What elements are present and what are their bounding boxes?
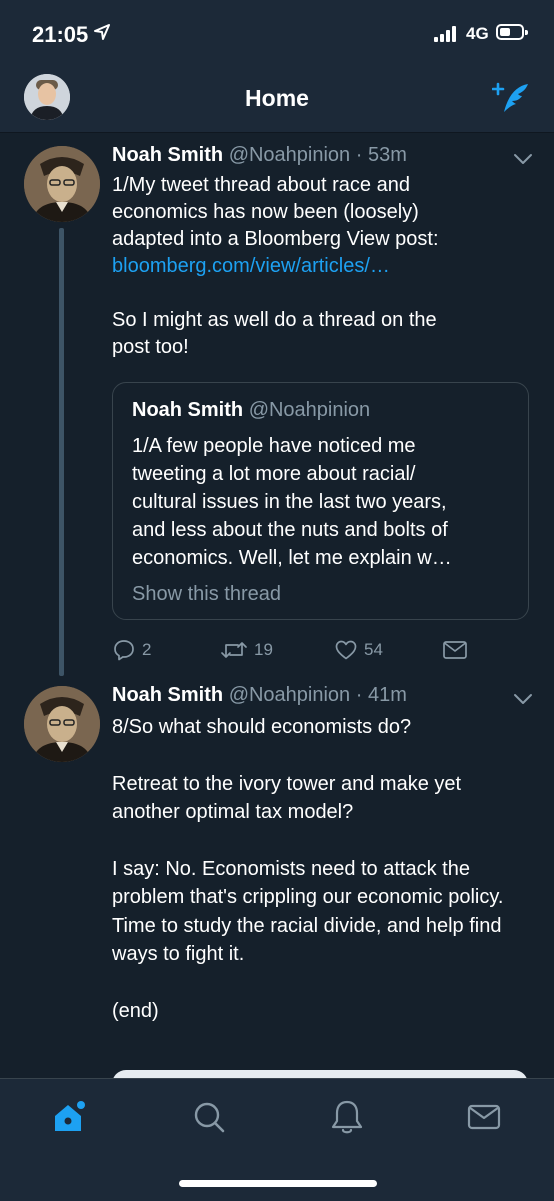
reply-icon [114,640,134,661]
tweet-timestamp: · 53m [355,144,407,166]
compose-tweet-button[interactable] [491,78,532,118]
envelope-icon [443,641,467,659]
tweet-text-line: So I might as well do a thread on the [112,309,437,331]
tweet-header: Noah Smith @Noahpinion · 53m [112,144,407,167]
retweet-count: 19 [254,640,273,659]
thread-connector-line [59,228,64,676]
location-arrow-icon [94,24,110,45]
reply-button[interactable]: 2 [112,638,151,662]
search-icon [194,1102,225,1133]
show-thread-link[interactable]: Show this thread [132,583,281,606]
share-via-message-button[interactable] [442,638,468,662]
article-link[interactable]: bloomberg.com/view/articles/… [112,253,532,280]
cellular-signal-icon [434,26,460,42]
quoted-text-line: 1/A few people have noticed me [132,435,416,457]
quoted-author-name: Noah Smith [132,399,244,421]
tweet-paragraph: I say: No. Economists need to attack the… [112,857,504,966]
chevron-down-icon[interactable] [512,692,534,706]
tweet[interactable]: Noah Smith @Noahpinion · 53m 1/My tweet … [0,132,554,678]
tweet-text-line: adapted into a Bloomberg View post: [112,228,439,250]
tweet-actions: 2 19 54 [112,638,532,664]
quoted-tweet-text: 1/A few people have noticed me tweeting … [132,432,522,572]
tweet-text-line: economics has now been (loosely) [112,201,419,223]
tweet-text: 1/My tweet thread about race and economi… [112,172,532,361]
tab-notifications[interactable] [327,1097,367,1137]
top-nav-bar: Home [0,66,554,133]
page-title: Home [245,85,309,111]
retweet-button[interactable]: 19 [220,638,273,662]
tweet-paragraph: (end) [112,999,159,1022]
messages-envelope-icon [467,1104,501,1130]
author-avatar[interactable] [24,686,100,762]
quoted-text-line: tweeting a lot more about racial/ [132,463,416,485]
tweet-timestamp: · 41m [355,684,407,706]
tweet-text-line: post too! [112,336,189,358]
quoted-text-line: cultural issues in the last two years, [132,491,447,513]
tweet-text: 8/So what should economists do? Retreat … [112,713,528,1025]
tab-messages[interactable] [464,1097,504,1137]
quoted-text-line: and less about the nuts and bolts of [132,519,448,541]
quoted-author-handle: @Noahpinion [248,399,371,421]
quoted-text-line: economics. Well, let me explain w… [132,547,452,569]
author-handle[interactable]: @Noahpinion [229,684,351,706]
status-bar: 21:05 4G [0,0,554,66]
status-time: 21:05 [32,22,89,47]
reply-count: 2 [142,640,152,659]
author-avatar[interactable] [24,146,100,222]
heart-icon [335,640,357,660]
home-indicator [179,1180,377,1187]
author-handle[interactable]: @Noahpinion [229,144,351,166]
author-name[interactable]: Noah Smith [112,144,223,166]
quoted-tweet-header: Noah Smith @Noahpinion [132,399,370,422]
tab-home[interactable] [50,1097,90,1137]
tab-search[interactable] [189,1097,229,1137]
author-name[interactable]: Noah Smith [112,684,223,706]
tweet[interactable]: Noah Smith @Noahpinion · 41m 8/So what s… [0,678,554,1078]
compose-feather-icon [491,82,528,112]
like-count: 54 [364,640,383,659]
like-button[interactable]: 54 [334,638,383,662]
network-type: 4G [466,24,489,43]
tweet-text-line: 1/My tweet thread about race and [112,174,410,196]
quoted-tweet-card[interactable]: Noah Smith @Noahpinion 1/A few people ha… [112,382,529,620]
chevron-down-icon[interactable] [512,152,534,166]
notifications-bell-icon [331,1100,363,1134]
home-icon [55,1101,85,1131]
retweet-icon [221,642,247,658]
tweet-paragraph: Retreat to the ivory tower and make yet … [112,772,462,824]
tweet-paragraph: 8/So what should economists do? [112,716,412,738]
tweet-header: Noah Smith @Noahpinion · 41m [112,684,407,707]
battery-icon [496,24,528,40]
